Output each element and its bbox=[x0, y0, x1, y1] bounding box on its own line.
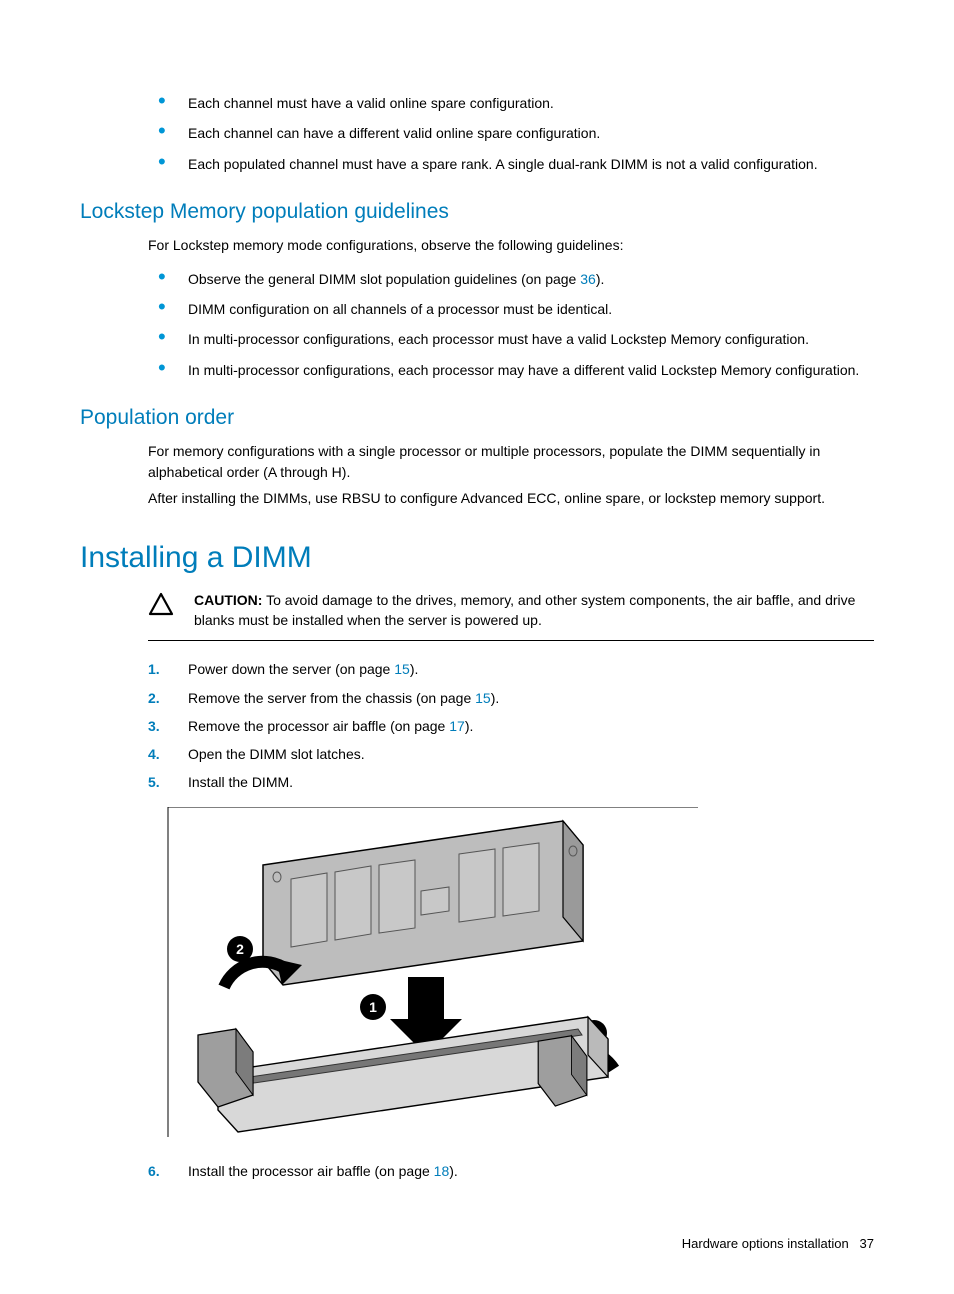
page-link[interactable]: 17 bbox=[449, 718, 465, 734]
list-item: Remove the server from the chassis (on p… bbox=[148, 684, 874, 712]
text: ). bbox=[491, 690, 500, 706]
footer-section: Hardware options installation bbox=[682, 1236, 849, 1251]
text: Remove the processor air baffle (on page bbox=[188, 718, 449, 734]
population-p2: After installing the DIMMs, use RBSU to … bbox=[148, 488, 874, 508]
text: Power down the server (on page bbox=[188, 661, 394, 677]
list-item: Each channel must have a valid online sp… bbox=[148, 88, 874, 118]
lockstep-intro: For Lockstep memory mode configurations,… bbox=[148, 235, 874, 255]
text: ). bbox=[596, 271, 605, 287]
page-link[interactable]: 18 bbox=[434, 1163, 450, 1179]
list-item: Each channel can have a different valid … bbox=[148, 118, 874, 148]
text: Observe the general DIMM slot population… bbox=[188, 271, 580, 287]
svg-text:2: 2 bbox=[236, 941, 244, 957]
text: ). bbox=[465, 718, 474, 734]
list-item: Each populated channel must have a spare… bbox=[148, 149, 874, 179]
text: ). bbox=[449, 1163, 458, 1179]
caution-box: CAUTION: To avoid damage to the drives, … bbox=[148, 588, 874, 642]
page-link[interactable]: 36 bbox=[580, 271, 596, 287]
install-steps-cont: Install the processor air baffle (on pag… bbox=[148, 1157, 874, 1185]
list-item: Install the processor air baffle (on pag… bbox=[148, 1157, 874, 1185]
caution-label: CAUTION: bbox=[194, 592, 262, 608]
dimm-install-figure: 1 2 2 bbox=[158, 807, 874, 1147]
caution-body: To avoid damage to the drives, memory, a… bbox=[194, 592, 855, 628]
caution-text: CAUTION: To avoid damage to the drives, … bbox=[194, 590, 874, 631]
text: Install the processor air baffle (on pag… bbox=[188, 1163, 434, 1179]
list-item: DIMM configuration on all channels of a … bbox=[148, 294, 874, 324]
intro-bullet-list: Each channel must have a valid online sp… bbox=[80, 88, 874, 179]
list-item: Open the DIMM slot latches. bbox=[148, 740, 874, 768]
heading-lockstep: Lockstep Memory population guidelines bbox=[80, 197, 874, 227]
install-steps: Power down the server (on page 15). Remo… bbox=[148, 655, 874, 796]
heading-installing: Installing a DIMM bbox=[80, 536, 874, 580]
list-item: Install the DIMM. bbox=[148, 768, 874, 796]
list-item: In multi-processor configurations, each … bbox=[148, 355, 874, 385]
heading-population: Population order bbox=[80, 403, 874, 433]
page-link[interactable]: 15 bbox=[394, 661, 410, 677]
caution-icon bbox=[148, 590, 176, 631]
population-p1: For memory configurations with a single … bbox=[148, 441, 874, 482]
lockstep-bullet-list: Observe the general DIMM slot population… bbox=[80, 264, 874, 385]
list-item: Observe the general DIMM slot population… bbox=[148, 264, 874, 294]
text: Remove the server from the chassis (on p… bbox=[188, 690, 475, 706]
svg-text:1: 1 bbox=[369, 999, 377, 1015]
list-item: Power down the server (on page 15). bbox=[148, 655, 874, 683]
list-item: Remove the processor air baffle (on page… bbox=[148, 712, 874, 740]
page-link[interactable]: 15 bbox=[475, 690, 491, 706]
footer-page: 37 bbox=[860, 1236, 874, 1251]
list-item: In multi-processor configurations, each … bbox=[148, 324, 874, 354]
page-footer: Hardware options installation 37 bbox=[80, 1235, 874, 1254]
text: ). bbox=[410, 661, 419, 677]
